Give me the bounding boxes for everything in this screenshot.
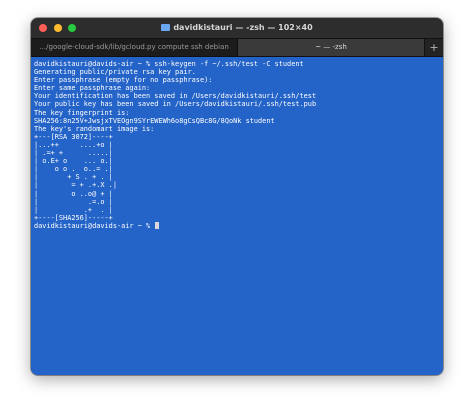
close-button[interactable] — [39, 24, 47, 32]
randomart-line: |...++ ....+o | — [34, 140, 113, 149]
terminal-line: davidkistauri@davids-air ~ % ssh-keygen … — [34, 60, 304, 68]
terminal-line: Your public key has been saved in /Users… — [34, 100, 317, 109]
terminal-line: The key fingerprint is: — [34, 108, 130, 117]
randomart-line: | = + .+.X .| — [34, 181, 117, 190]
terminal-line: Enter passphrase (empty for no passphras… — [34, 76, 213, 85]
terminal-line: The key's randomart image is: — [34, 124, 155, 133]
randomart-line: | .=+ + .....| — [34, 149, 113, 158]
zoom-button[interactable] — [68, 24, 77, 32]
tab-label: …/google-cloud-sdk/lib/gcloud.py compute… — [39, 43, 229, 51]
terminal-line: Generating public/private rsa key pair. — [34, 68, 196, 77]
title-bar[interactable]: davidkistauri — -zsh — 102×40 — [31, 18, 443, 38]
minimize-button[interactable] — [53, 24, 62, 32]
randomart-line: +----[SHA256]-----+ — [34, 213, 113, 222]
prompt-line[interactable]: davidkistauri@davids-air ~ % — [34, 221, 443, 230]
text-cursor — [155, 221, 160, 229]
window-title: davidkistauri — -zsh — 102×40 — [31, 18, 443, 38]
terminal-line: Enter same passphrase again: — [34, 84, 151, 93]
traffic-lights — [39, 24, 80, 32]
randomart-line: | .+ . | — [34, 205, 113, 214]
terminal-line: Your identification has been saved in /U… — [34, 92, 317, 101]
tab-zsh[interactable]: ~ — -zsh — [238, 39, 424, 56]
randomart-line: | o o . o..= .| — [34, 165, 113, 174]
terminal-window: davidkistauri — -zsh — 102×40 …/google-c… — [31, 18, 443, 375]
tab-label: ~ — -zsh — [315, 43, 347, 51]
randomart-line: | + S . + . | — [34, 173, 113, 182]
tab-bar: …/google-cloud-sdk/lib/gcloud.py compute… — [31, 38, 443, 57]
randomart-line: | .=.o | — [34, 197, 113, 206]
terminal-output[interactable]: davidkistauri@davids-air ~ % ssh-keygen … — [31, 57, 443, 375]
randomart-line: +---[RSA 3072]----+ — [34, 132, 113, 141]
new-tab-button[interactable]: + — [424, 39, 443, 56]
randomart-line: | o ..o@ + | — [34, 189, 113, 198]
shell-prompt: davidkistauri@davids-air ~ % — [34, 221, 155, 230]
window-title-text: davidkistauri — -zsh — 102×40 — [173, 23, 313, 32]
tab-gcloud-ssh[interactable]: …/google-cloud-sdk/lib/gcloud.py compute… — [31, 39, 238, 56]
terminal-line: SHA256:8n25V+JwsjxTVEOgn9SYrEWEWh6o8gCsQ… — [34, 116, 275, 125]
randomart-line: | o.E+ o ... o.| — [34, 157, 113, 166]
folder-icon — [161, 24, 171, 31]
